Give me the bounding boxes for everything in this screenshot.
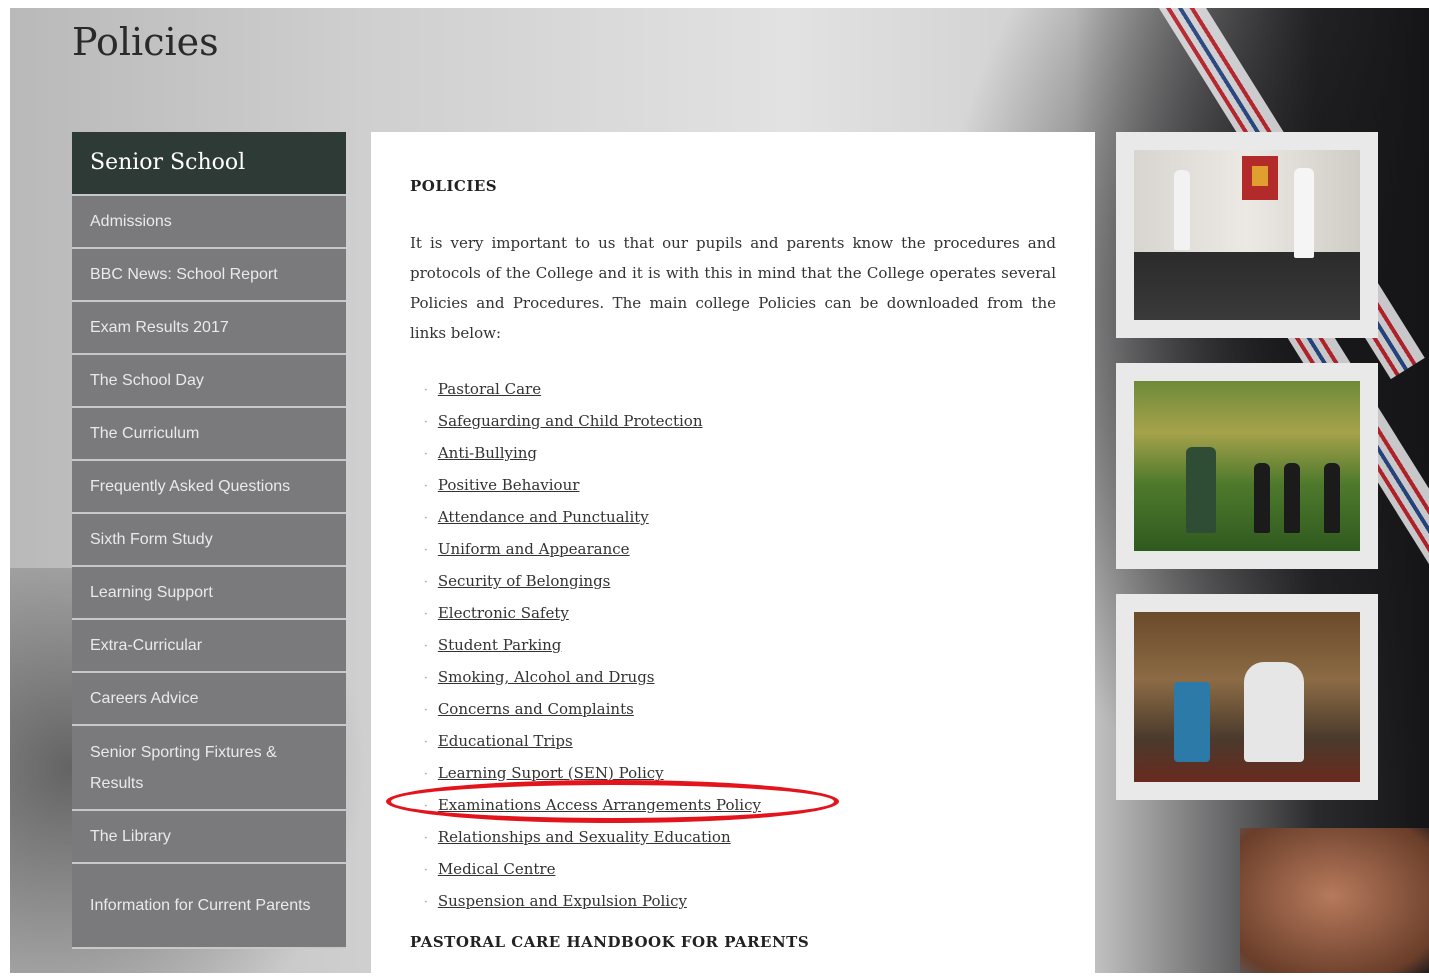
- content-heading: POLICIES: [410, 177, 498, 195]
- bullet-icon: ·: [424, 447, 428, 461]
- highlight-annotation-ellipse: [386, 780, 839, 823]
- bullet-icon: ·: [424, 575, 428, 589]
- policy-link-concerns[interactable]: Concerns and Complaints: [438, 700, 634, 718]
- policy-link-smoking[interactable]: Smoking, Alcohol and Drugs: [438, 668, 655, 686]
- bullet-icon: ·: [424, 735, 428, 749]
- wall-art: [1242, 156, 1278, 200]
- list-item: · Uniform and Appearance: [424, 533, 761, 565]
- policy-link-suspension[interactable]: Suspension and Expulsion Policy: [438, 892, 687, 910]
- bullet-icon: ·: [424, 831, 428, 845]
- sidebar-item-sporting-fixtures[interactable]: Senior Sporting Fixtures & Results: [72, 726, 346, 811]
- list-item: · Safeguarding and Child Protection: [424, 405, 761, 437]
- intro-paragraph: It is very important to us that our pupi…: [410, 234, 1056, 342]
- policy-link-medical-centre[interactable]: Medical Centre: [438, 860, 556, 878]
- sidebar-item-bbc-news[interactable]: BBC News: School Report: [72, 249, 346, 302]
- student-figure: [1284, 463, 1300, 533]
- page-title: Policies: [72, 20, 219, 64]
- sidebar-nav: Senior School Admissions BBC News: Schoo…: [72, 132, 346, 979]
- policy-link-security[interactable]: Security of Belongings: [438, 572, 611, 590]
- bullet-icon: ·: [424, 415, 428, 429]
- hand-image: [1240, 828, 1429, 973]
- sports-field-image: [1134, 381, 1360, 551]
- policy-link-educational-trips[interactable]: Educational Trips: [438, 732, 573, 750]
- sidebar-item-school-day[interactable]: The School Day: [72, 355, 346, 408]
- sidebar-item-library[interactable]: The Library: [72, 811, 346, 864]
- list-item: · Pastoral Care: [424, 373, 761, 405]
- policy-link-safeguarding[interactable]: Safeguarding and Child Protection: [438, 412, 703, 430]
- list-item: · Student Parking: [424, 629, 761, 661]
- sidebar-list: Admissions BBC News: School Report Exam …: [72, 196, 346, 949]
- lab-bottle: [1174, 682, 1210, 762]
- policy-link-attendance[interactable]: Attendance and Punctuality: [438, 508, 649, 526]
- bullet-icon: ·: [424, 895, 428, 909]
- photo-science-lab: [1116, 594, 1378, 800]
- list-item: · Suspension and Expulsion Policy: [424, 885, 761, 917]
- student-figure: [1254, 463, 1270, 533]
- photo-sports-field: [1116, 363, 1378, 569]
- sidebar-item-current-parents[interactable]: Information for Current Parents: [72, 864, 346, 949]
- policy-list: · Pastoral Care · Safeguarding and Child P…: [424, 373, 761, 917]
- bullet-icon: ·: [424, 607, 428, 621]
- sidebar-header[interactable]: Senior School: [72, 132, 346, 196]
- student-figure: [1294, 168, 1314, 258]
- sidebar-item-sixth-form[interactable]: Sixth Form Study: [72, 514, 346, 567]
- sidebar-item-admissions[interactable]: Admissions: [72, 196, 346, 249]
- bullet-icon: ·: [424, 639, 428, 653]
- list-item: · Positive Behaviour: [424, 469, 761, 501]
- bullet-icon: ·: [424, 479, 428, 493]
- bullet-icon: ·: [424, 767, 428, 781]
- sidebar-item-extra-curricular[interactable]: Extra-Curricular: [72, 620, 346, 673]
- sidebar-item-careers[interactable]: Careers Advice: [72, 673, 346, 726]
- policy-link-student-parking[interactable]: Student Parking: [438, 636, 562, 654]
- list-item: · Security of Belongings: [424, 565, 761, 597]
- student-figure: [1174, 170, 1190, 250]
- policy-link-uniform[interactable]: Uniform and Appearance: [438, 540, 630, 558]
- pool-room-image: [1134, 150, 1360, 320]
- list-item: · Electronic Safety: [424, 597, 761, 629]
- sidebar-item-curriculum[interactable]: The Curriculum: [72, 408, 346, 461]
- teacher-figure: [1244, 662, 1304, 762]
- sidebar-item-learning-support[interactable]: Learning Support: [72, 567, 346, 620]
- list-item: · Medical Centre: [424, 853, 761, 885]
- sidebar-item-faq[interactable]: Frequently Asked Questions: [72, 461, 346, 514]
- bullet-icon: ·: [424, 863, 428, 877]
- list-item: · Attendance and Punctuality: [424, 501, 761, 533]
- student-figure: [1324, 463, 1340, 533]
- list-item: · Concerns and Complaints: [424, 693, 761, 725]
- science-lab-image: [1134, 612, 1360, 782]
- sidebar-item-exam-results[interactable]: Exam Results 2017: [72, 302, 346, 355]
- list-item: · Relationships and Sexuality Education: [424, 821, 761, 853]
- photo-pool-room: [1116, 132, 1378, 338]
- pastoral-handbook-heading: PASTORAL CARE HANDBOOK FOR PARENTS: [410, 933, 810, 951]
- list-item: · Educational Trips: [424, 725, 761, 757]
- bullet-icon: ·: [424, 383, 428, 397]
- policy-link-positive-behaviour[interactable]: Positive Behaviour: [438, 476, 580, 494]
- policy-link-electronic-safety[interactable]: Electronic Safety: [438, 604, 569, 622]
- policy-link-anti-bullying[interactable]: Anti-Bullying: [438, 444, 537, 462]
- bullet-icon: ·: [424, 671, 428, 685]
- bullet-icon: ·: [424, 703, 428, 717]
- coach-figure: [1186, 447, 1216, 533]
- bullet-icon: ·: [424, 543, 428, 557]
- bullet-icon: ·: [424, 511, 428, 525]
- list-item: · Smoking, Alcohol and Drugs: [424, 661, 761, 693]
- main-content: POLICIES It is very important to us that…: [371, 132, 1095, 979]
- policy-link-relationships[interactable]: Relationships and Sexuality Education: [438, 828, 731, 846]
- list-item: · Anti-Bullying: [424, 437, 761, 469]
- policy-link-pastoral-care[interactable]: Pastoral Care: [438, 380, 541, 398]
